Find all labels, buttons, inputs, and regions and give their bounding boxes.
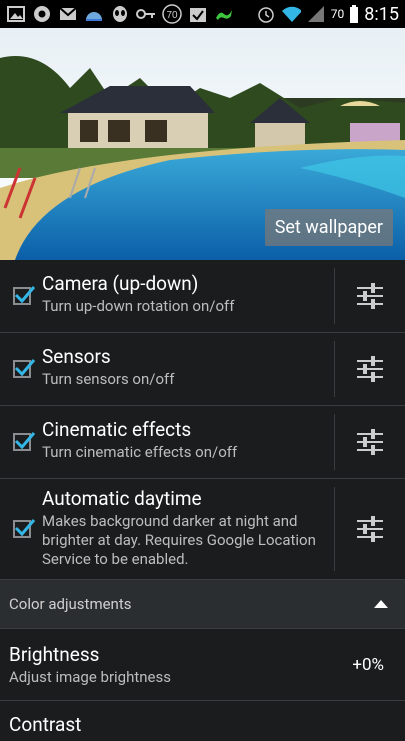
settings-list: Camera (up-down) Turn up-down rotation o… (0, 260, 405, 741)
daytime-summary: Makes background darker at night and bri… (42, 512, 316, 568)
check-icon (14, 286, 36, 304)
wifi-icon (281, 5, 301, 23)
gmail-icon (58, 5, 78, 23)
brightness-summary: Adjust image brightness (9, 667, 171, 686)
svg-text:70: 70 (166, 10, 178, 21)
camera-checkbox[interactable] (0, 260, 38, 332)
collapse-triangle-icon (374, 600, 388, 608)
cinematic-title: Cinematic effects (42, 418, 192, 441)
color-adjustments-header[interactable]: Color adjustments (0, 580, 405, 629)
check-icon (14, 359, 36, 377)
signal-icon (306, 5, 326, 23)
camera-settings-button[interactable] (335, 260, 405, 332)
camera-title: Camera (up-down) (42, 272, 199, 295)
clock-time: 8:15 (364, 3, 399, 25)
status-bar: 70 70 8:15 (0, 0, 405, 28)
weather-icon (84, 5, 104, 23)
brightness-value: +0% (352, 654, 384, 675)
sensors-summary: Turn sensors on/off (42, 370, 175, 388)
setting-daytime[interactable]: Automatic daytime Makes background darke… (0, 479, 405, 580)
check-icon (14, 432, 36, 450)
cinematic-checkbox[interactable] (0, 406, 38, 478)
battery-percent: 70 (330, 7, 345, 21)
check-icon (14, 519, 36, 537)
setting-cinematic[interactable]: Cinematic effects Turn cinematic effects… (0, 406, 405, 479)
badge-70-icon: 70 (162, 4, 182, 24)
lizard-icon (214, 5, 234, 23)
sliders-icon (357, 283, 383, 309)
setting-camera[interactable]: Camera (up-down) Turn up-down rotation o… (0, 260, 405, 333)
category-label: Color adjustments (9, 595, 132, 613)
setting-brightness[interactable]: Brightness Adjust image brightness +0% (0, 629, 405, 701)
cinematic-summary: Turn cinematic effects on/off (42, 443, 238, 461)
contrast-title: Contrast (9, 713, 82, 736)
setting-sensors[interactable]: Sensors Turn sensors on/off (0, 333, 405, 406)
sensors-settings-button[interactable] (335, 333, 405, 405)
image-icon (6, 5, 26, 23)
alarm-icon (256, 5, 276, 23)
sliders-icon (357, 516, 383, 542)
sensors-checkbox[interactable] (0, 333, 38, 405)
key-icon (136, 5, 156, 23)
chrome-icon (32, 5, 52, 23)
sensors-title: Sensors (42, 345, 111, 368)
cinematic-settings-button[interactable] (335, 406, 405, 478)
battery-icon (349, 5, 359, 23)
wallpaper-preview: Set wallpaper (0, 28, 405, 260)
camera-summary: Turn up-down rotation on/off (42, 297, 235, 315)
daytime-title: Automatic daytime (42, 487, 202, 510)
check-task-icon (188, 5, 208, 23)
set-wallpaper-button[interactable]: Set wallpaper (264, 209, 393, 246)
daytime-checkbox[interactable] (0, 479, 38, 579)
sliders-icon (357, 429, 383, 455)
brightness-title: Brightness (9, 642, 100, 666)
daytime-settings-button[interactable] (335, 479, 405, 579)
setting-contrast[interactable]: Contrast (0, 701, 405, 741)
sliders-icon (357, 356, 383, 382)
alien-icon (110, 5, 130, 23)
